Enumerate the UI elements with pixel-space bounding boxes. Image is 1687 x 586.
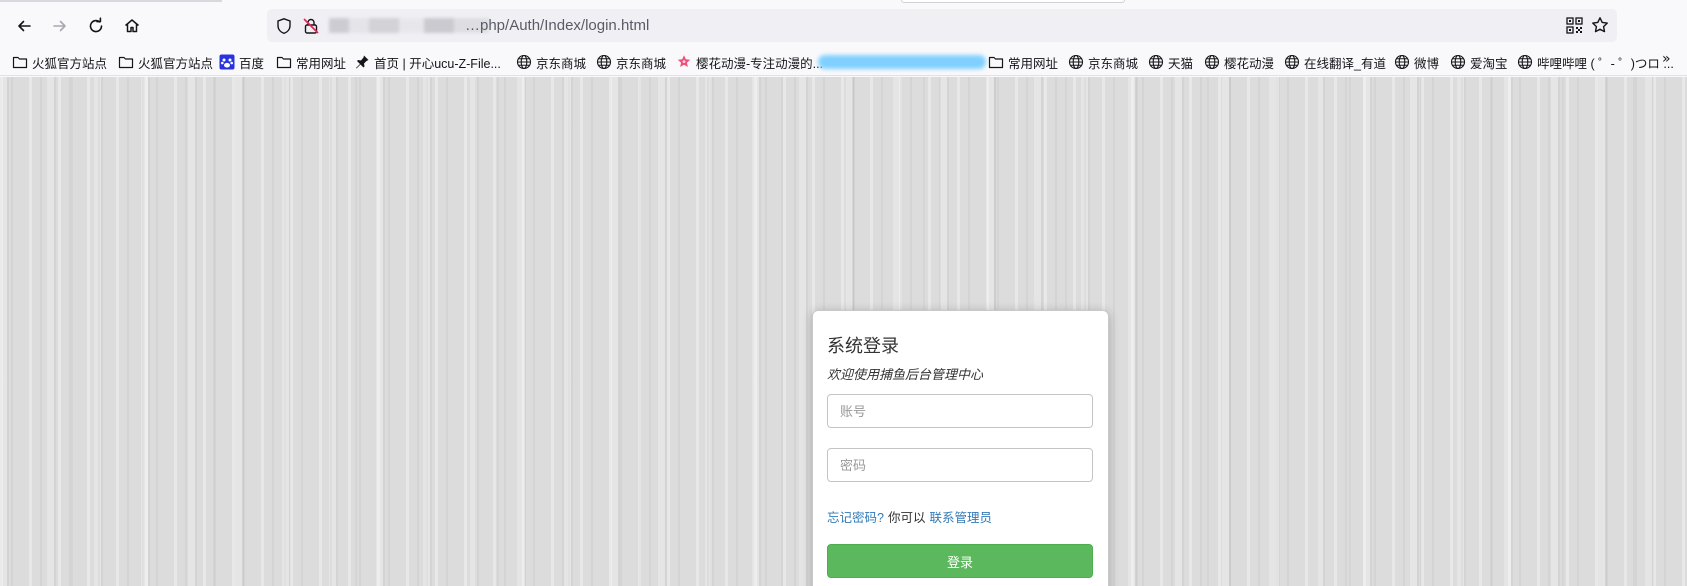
bookmark-star-icon[interactable]: [1591, 16, 1609, 34]
shield-icon[interactable]: [275, 17, 293, 35]
bookmark-label: 火狐官方站点: [138, 56, 214, 71]
bookmark-label: 爱淘宝: [1470, 56, 1508, 71]
bookmark-item[interactable]: 首页 | 开心ucu-Z-File...: [354, 52, 501, 72]
globe-icon: [1394, 54, 1410, 70]
bookmark-item[interactable]: 哔哩哔哩 ( ゜- ゜)つロ ...: [1517, 52, 1674, 72]
globe-icon: [1068, 54, 1084, 70]
page-background: 系统登录 欢迎使用捕鱼后台管理中心 忘记密码?你可以联系管理员 登录: [0, 77, 1687, 586]
bookmark-item[interactable]: 火狐官方站点: [12, 52, 107, 72]
sakura-icon: [677, 55, 691, 67]
address-bar[interactable]: …php/Auth/Index/login.html: [267, 9, 1617, 42]
reload-icon: [89, 17, 103, 33]
folder-icon: [118, 56, 134, 69]
bookmark-label: 常用网址: [1008, 56, 1059, 71]
globe-icon: [596, 54, 612, 70]
globe-icon: [1148, 54, 1164, 70]
back-button[interactable]: [8, 10, 40, 42]
arrow-left-icon: [18, 20, 31, 32]
arrow-right-icon: [53, 20, 66, 32]
bookmark-item[interactable]: 常用网址: [988, 52, 1058, 72]
bookmark-label: 微博: [1414, 56, 1440, 71]
folder-icon: [276, 56, 292, 69]
reload-button[interactable]: [80, 10, 112, 42]
bookmark-label: 百度: [239, 56, 265, 71]
insecure-lock-icon[interactable]: [302, 17, 320, 35]
login-subtitle: 欢迎使用捕鱼后台管理中心: [827, 367, 984, 382]
globe-icon: [516, 54, 532, 70]
bookmarks-overflow-button[interactable]: »: [1662, 51, 1680, 71]
contact-admin-link[interactable]: 联系管理员: [929, 511, 992, 525]
bookmark-label: 樱花动漫: [1224, 56, 1275, 71]
home-icon: [125, 19, 139, 33]
help-text: 你可以: [887, 511, 926, 525]
bookmark-item[interactable]: 爱淘宝: [1450, 52, 1508, 72]
password-input[interactable]: [827, 448, 1093, 482]
bookmark-label: 京东商城: [536, 56, 587, 71]
url-text[interactable]: …php/Auth/Index/login.html: [465, 17, 649, 34]
pin-icon: [356, 55, 369, 69]
home-button[interactable]: [116, 10, 148, 42]
bookmark-item[interactable]: 火狐官方站点: [118, 52, 213, 72]
login-help: 忘记密码? 你可以 联系管理员: [827, 507, 992, 526]
tab-strip: [0, 0, 1687, 3]
folder-icon: [12, 56, 28, 69]
bookmark-item[interactable]: 天猫: [1148, 52, 1193, 72]
globe-icon: [1284, 54, 1300, 70]
qr-code-icon[interactable]: [1566, 17, 1583, 34]
baidu-paw-icon: [219, 54, 235, 70]
folder-icon: [988, 56, 1004, 69]
bookmark-item[interactable]: 京东商城: [516, 52, 586, 72]
bookmark-item[interactable]: 在线翻译_有道: [1284, 52, 1386, 72]
bookmark-label: 哔哩哔哩 ( ゜- ゜)つロ ...: [1537, 56, 1674, 71]
globe-icon: [1517, 54, 1533, 70]
globe-icon: [1204, 54, 1220, 70]
bookmark-label: 天猫: [1168, 56, 1194, 71]
bookmark-item[interactable]: 京东商城: [596, 52, 666, 72]
login-title: 系统登录: [827, 336, 899, 356]
bookmark-label: 樱花动漫-专注动漫的...: [696, 56, 824, 71]
forward-button[interactable]: [44, 10, 76, 42]
bookmark-label: 常用网址: [296, 56, 347, 71]
bookmark-label: 京东商城: [616, 56, 667, 71]
redacted-bookmark: [818, 55, 986, 69]
active-tab-edge[interactable]: [901, 0, 1125, 3]
bookmark-item[interactable]: 京东商城: [1068, 52, 1138, 72]
bookmark-item[interactable]: 常用网址: [276, 52, 346, 72]
globe-icon: [1450, 54, 1466, 70]
bookmark-item[interactable]: 微博: [1394, 52, 1439, 72]
bookmark-label: 在线翻译_有道: [1304, 56, 1386, 71]
bookmark-label: 火狐官方站点: [32, 56, 108, 71]
forgot-password-link[interactable]: 忘记密码?: [827, 511, 884, 525]
navigation-toolbar: …php/Auth/Index/login.html: [0, 4, 1687, 48]
bookmark-item[interactable]: 百度: [219, 52, 264, 72]
bookmark-item[interactable]: 樱花动漫: [1204, 52, 1274, 72]
bookmark-label: 京东商城: [1088, 56, 1139, 71]
inactive-tab-edge[interactable]: [0, 0, 222, 2]
bookmark-item[interactable]: 樱花动漫-专注动漫的...: [676, 52, 823, 72]
bookmark-label: 首页 | 开心ucu-Z-File...: [374, 56, 501, 71]
login-card: 系统登录 欢迎使用捕鱼后台管理中心 忘记密码?你可以联系管理员 登录: [812, 310, 1109, 586]
login-button[interactable]: 登录: [827, 544, 1093, 578]
account-input[interactable]: [827, 394, 1093, 428]
